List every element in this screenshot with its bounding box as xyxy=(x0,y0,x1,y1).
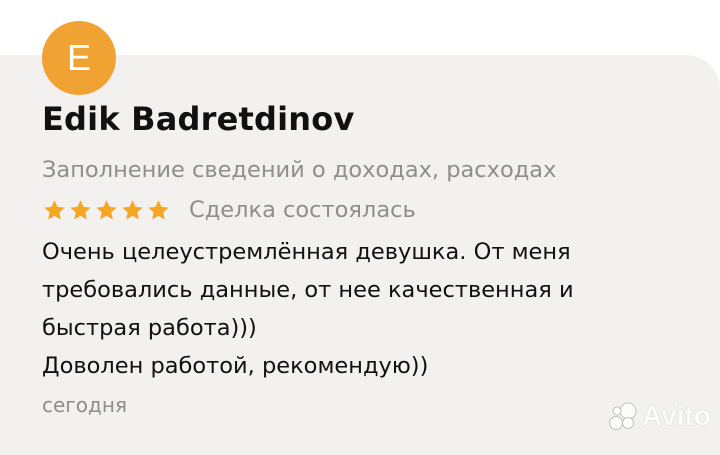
deal-status: Сделка состоялась xyxy=(189,197,416,223)
star-icon xyxy=(70,199,91,219)
author-name: Edik Badretdinov xyxy=(42,100,355,138)
review-text: Очень целеустремлённая девушка. От меня … xyxy=(42,233,574,385)
star-icon xyxy=(96,199,117,219)
service-title: Заполнение сведений о доходах, расходах xyxy=(42,157,557,183)
avatar-letter: E xyxy=(66,37,91,78)
review-date: сегодня xyxy=(42,393,127,417)
rating-row: Сделка состоялась xyxy=(42,197,416,223)
star-icon xyxy=(148,199,169,219)
review-line: Очень целеустремлённая девушка. От меня xyxy=(42,239,571,265)
avito-watermark: Avito xyxy=(608,400,711,432)
avatar: E xyxy=(42,21,116,95)
avito-logo-icon xyxy=(609,402,637,430)
review-line: быстрая работа))) xyxy=(42,315,257,341)
review-line: требовались данные, от нее качественная … xyxy=(42,277,574,303)
star-rating xyxy=(42,198,171,223)
avito-watermark-text: Avito xyxy=(642,400,711,431)
star-icon xyxy=(44,199,65,219)
review-line: Доволен работой, рекомендую)) xyxy=(42,353,429,379)
star-icon xyxy=(122,199,143,219)
